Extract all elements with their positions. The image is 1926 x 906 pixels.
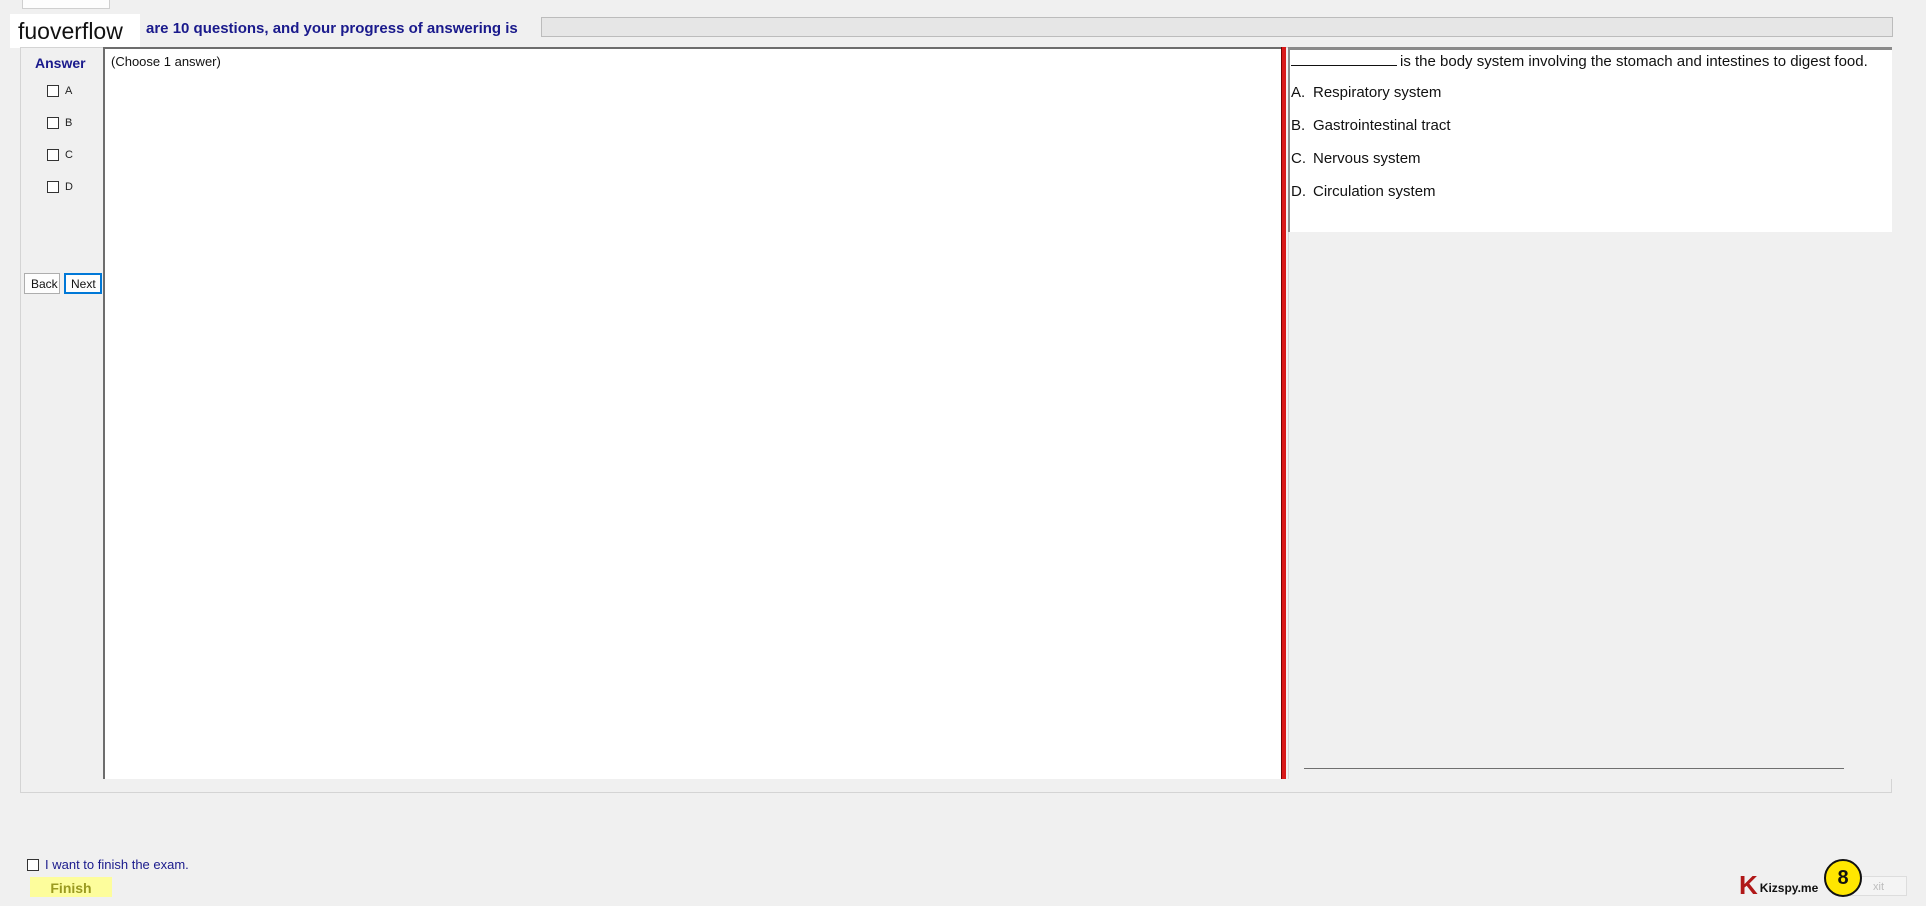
checkbox-b[interactable]	[47, 117, 59, 129]
option-letter-b: B	[65, 117, 73, 129]
progress-label: are 10 questions, and your progress of a…	[146, 20, 518, 37]
answer-option-d[interactable]: D	[47, 179, 73, 195]
choice-a: A. Respiratory system	[1291, 84, 1441, 101]
answer-option-b[interactable]: B	[47, 115, 72, 131]
brand-logo: K Kizspy.me	[1739, 872, 1818, 898]
option-letter-a: A	[65, 85, 73, 97]
option-letter-c: C	[65, 149, 73, 161]
back-button[interactable]: Back	[24, 273, 60, 294]
choice-b-text: Gastrointestinal tract	[1313, 117, 1451, 134]
brand-k-icon: K	[1739, 870, 1758, 900]
question-stem: is the body system involving the stomach…	[1400, 53, 1868, 70]
number-badge: 8	[1824, 859, 1862, 897]
finish-exam-option[interactable]: I want to finish the exam.	[27, 857, 189, 872]
finish-exam-label: I want to finish the exam.	[45, 857, 189, 872]
watermark-label: fuoverflow	[10, 14, 140, 48]
answer-area-panel	[103, 47, 1282, 779]
progress-bar	[541, 17, 1893, 37]
choice-b-letter: B.	[1291, 117, 1306, 134]
finish-exam-checkbox[interactable]	[27, 858, 39, 871]
choice-a-text: Respiratory system	[1313, 84, 1442, 101]
answer-option-c[interactable]: C	[47, 147, 73, 163]
option-letter-d: D	[65, 181, 73, 193]
question-box	[1288, 47, 1892, 232]
panel-splitter[interactable]	[1281, 47, 1286, 779]
choice-c: C. Nervous system	[1291, 150, 1421, 167]
answer-option-a[interactable]: A	[47, 83, 72, 99]
choice-d-letter: D.	[1291, 183, 1306, 200]
choice-c-letter: C.	[1291, 150, 1306, 167]
choice-c-text: Nervous system	[1313, 150, 1421, 167]
choice-a-letter: A.	[1291, 84, 1306, 101]
question-lower-panel	[1288, 232, 1892, 779]
choice-b: B. Gastrointestinal tract	[1291, 117, 1451, 134]
question-text: is the body system involving the stomach…	[1291, 51, 1868, 70]
horizontal-scrollbar-line[interactable]	[1304, 768, 1844, 769]
checkbox-c[interactable]	[47, 149, 59, 161]
checkbox-a[interactable]	[47, 85, 59, 97]
next-button[interactable]: Next	[64, 273, 102, 294]
checkbox-d[interactable]	[47, 181, 59, 193]
finish-button[interactable]: Finish	[30, 877, 112, 897]
tab-remnant-left[interactable]	[22, 0, 110, 9]
brand-text: Kizspy.me	[1759, 881, 1819, 895]
answer-title: Answer	[35, 55, 86, 71]
question-blank	[1291, 51, 1397, 66]
choice-d: D. Circulation system	[1291, 183, 1436, 200]
choose-instruction: (Choose 1 answer)	[111, 54, 221, 69]
choice-d-text: Circulation system	[1313, 183, 1436, 200]
